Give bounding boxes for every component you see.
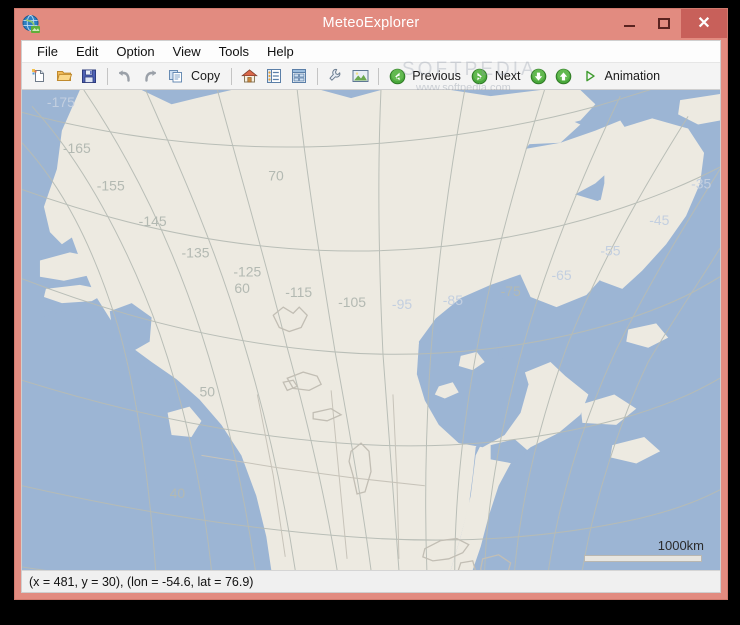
toolbar-separator-2 [231, 67, 233, 85]
graticule-label: -115 [285, 284, 312, 300]
settings-button[interactable] [323, 65, 347, 88]
undo-button[interactable] [113, 65, 137, 88]
coordinate-readout: (x = 481, y = 30), (lon = -54.6, lat = 7… [29, 574, 254, 589]
copy-icon [169, 70, 182, 83]
graticule-label: -165 [63, 140, 91, 156]
graticule-label: -145 [139, 213, 167, 229]
previous-icon-wrap [385, 65, 409, 88]
list-view-button[interactable] [262, 65, 286, 88]
down-button[interactable] [527, 65, 551, 88]
previous-button[interactable]: Previous [384, 65, 467, 88]
scale-bar-graphic [584, 555, 702, 562]
graticule-label: -65 [551, 267, 571, 283]
next-icon-wrap [468, 65, 492, 88]
graticule-label: -55 [600, 242, 620, 258]
undo-arrow-icon [119, 70, 130, 82]
wrench-icon [329, 68, 341, 81]
maximize-button[interactable] [648, 9, 679, 37]
home-button[interactable] [237, 65, 261, 88]
next-button[interactable]: Next [467, 65, 527, 88]
up-arrow-icon [555, 68, 572, 84]
graticule-label: -105 [338, 294, 366, 310]
play-icon [585, 70, 595, 82]
animation-label: Animation [604, 69, 661, 83]
maximize-icon [657, 17, 670, 29]
play-icon-wrap [578, 65, 602, 88]
minimize-icon [624, 25, 635, 27]
graticule-label: 40 [170, 485, 186, 501]
previous-icon [389, 68, 405, 84]
menu-item-view[interactable]: View [164, 42, 210, 61]
list-view-icon [267, 69, 282, 83]
previous-label: Previous [412, 69, 461, 83]
menu-item-tools[interactable]: Tools [210, 42, 258, 61]
minimize-button[interactable] [614, 9, 645, 37]
client-area: File Edit Option View Tools Help Copy Pr… [21, 40, 721, 593]
graticule-label: -95 [392, 296, 412, 312]
menu-item-help[interactable]: Help [258, 42, 303, 61]
save-floppy-icon [82, 69, 96, 83]
new-document-button[interactable] [27, 65, 51, 88]
menu-item-option[interactable]: Option [107, 42, 163, 61]
close-button[interactable]: ✕ [681, 9, 727, 38]
map-canvas[interactable]: -175 -165 -155 -145 -135 -125 -115 -105 -95 -85 -7… [22, 90, 720, 570]
close-icon: ✕ [697, 14, 711, 32]
redo-arrow-icon [145, 70, 156, 82]
picture-icon [352, 70, 369, 82]
menu-item-edit[interactable]: Edit [67, 42, 107, 61]
redo-button[interactable] [138, 65, 162, 88]
new-document-icon [32, 69, 44, 82]
graticule-label: -45 [649, 212, 669, 228]
map-graphic: -175 -165 -155 -145 -135 -125 -115 -105 -95 -85 -7… [22, 90, 720, 570]
graticule-label: -75 [501, 283, 521, 299]
title-bar[interactable]: MeteoExplorer ✕ [15, 9, 727, 40]
next-label: Next [494, 69, 521, 83]
down-arrow-icon [530, 68, 547, 84]
open-folder-icon [56, 71, 72, 81]
graticule-label: 50 [199, 383, 215, 399]
next-icon [472, 68, 488, 84]
scale-bar-label: 1000km [657, 538, 704, 553]
menu-bar: File Edit Option View Tools Help [22, 41, 720, 63]
menu-item-file[interactable]: File [28, 42, 67, 61]
graticule-label: -35 [691, 175, 711, 191]
home-icon [240, 69, 258, 83]
graticule-label: -155 [97, 177, 125, 193]
status-bar: (x = 481, y = 30), (lon = -54.6, lat = 7… [22, 570, 720, 592]
graticule-label: -135 [182, 244, 210, 260]
copy-label: Copy [191, 69, 221, 83]
toolbar-separator-3 [317, 67, 319, 85]
copy-button[interactable]: Copy [163, 65, 226, 88]
toolbar: Copy Previous Next Animation SOFTPEDIA w… [22, 59, 720, 94]
graticule-label: 70 [268, 167, 284, 183]
open-folder-button[interactable] [52, 65, 76, 88]
up-button[interactable] [552, 65, 576, 88]
scale-bar: 1000km [584, 538, 704, 562]
copy-icon-wrap [164, 65, 188, 88]
toolbar-separator-4 [378, 67, 380, 85]
grid-view-icon [292, 69, 307, 83]
application-window: MeteoExplorer ✕ File Edit Option View To… [14, 8, 728, 600]
graticule-label: 60 [234, 280, 250, 296]
graticule-label: -125 [233, 264, 261, 280]
grid-view-button[interactable] [287, 65, 311, 88]
save-button[interactable] [77, 65, 101, 88]
toolbar-separator [107, 67, 108, 85]
graticule-label: -85 [443, 292, 463, 308]
animation-button[interactable]: Animation [577, 65, 667, 88]
graticule-label: -175 [47, 94, 75, 110]
image-button[interactable] [348, 65, 372, 88]
